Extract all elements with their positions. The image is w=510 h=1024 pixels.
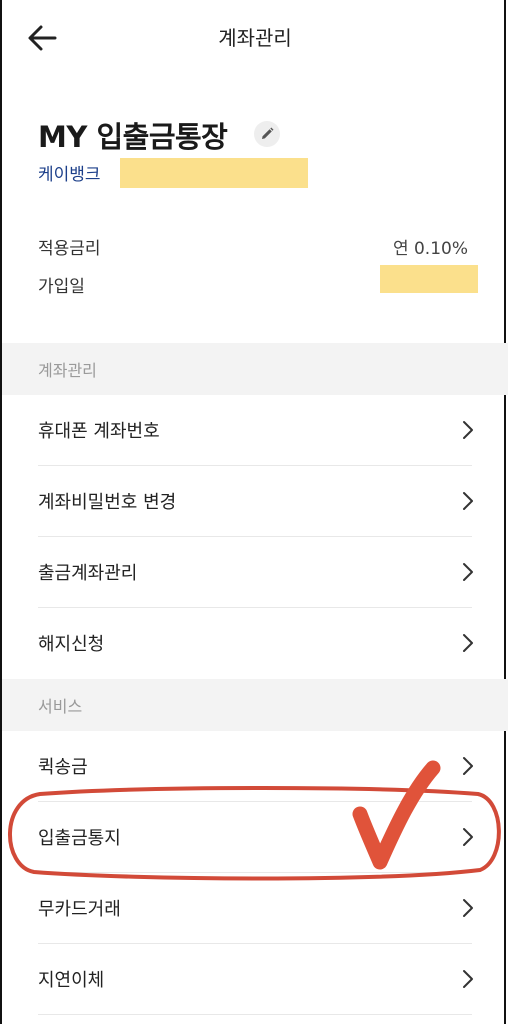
app-frame: 계좌관리 MY 입출금통장 케이뱅크 적용금리 연 0.10% 가입일 계좌관리… — [0, 0, 508, 1024]
chevron-right-icon — [463, 563, 473, 581]
menu-item-label: 휴대폰 계좌번호 — [38, 421, 160, 442]
chevron-right-icon — [463, 634, 473, 652]
divider — [38, 1014, 472, 1015]
menu-item-label: 해지신청 — [38, 634, 105, 655]
section-title: 계좌관리 — [38, 361, 97, 380]
join-date-label: 가입일 — [38, 277, 85, 297]
chevron-right-icon — [463, 492, 473, 510]
menu-item-close-account[interactable]: 해지신청 — [2, 608, 508, 679]
section-header-account: 계좌관리 — [2, 343, 508, 395]
menu-item-label: 퀵송금 — [38, 757, 88, 778]
section-header-services: 서비스 — [2, 679, 508, 731]
chevron-right-icon — [463, 970, 473, 988]
menu-item-label: 입출금통지 — [38, 828, 121, 849]
menu-item-label: 지연이체 — [38, 970, 105, 991]
chevron-right-icon — [463, 828, 473, 846]
menu-item-withdrawal-account[interactable]: 출금계좌관리 — [2, 537, 508, 608]
redacted-join-date — [380, 265, 478, 293]
menu-item-label: 무카드거래 — [38, 899, 121, 920]
chevron-right-icon — [463, 899, 473, 917]
menu-item-label: 출금계좌관리 — [38, 563, 138, 584]
top-bar: 계좌관리 — [2, 0, 508, 76]
redacted-account-number — [120, 158, 308, 188]
account-name: MY 입출금통장 — [38, 120, 228, 154]
page-title: 계좌관리 — [218, 26, 292, 50]
menu-item-change-password[interactable]: 계좌비밀번호 변경 — [2, 466, 508, 537]
interest-rate-value: 연 0.10% — [392, 239, 468, 259]
pencil-icon — [262, 127, 274, 139]
menu-item-delayed-transfer[interactable]: 지연이체 — [2, 944, 508, 1015]
menu-item-transaction-notification[interactable]: 입출금통지 — [2, 802, 508, 873]
menu-item-label: 계좌비밀번호 변경 — [38, 492, 177, 513]
section-title: 서비스 — [38, 697, 83, 716]
chevron-right-icon — [463, 757, 473, 775]
edit-account-name-button[interactable] — [254, 121, 280, 147]
menu-item-quick-transfer[interactable]: 퀵송금 — [2, 731, 508, 802]
bank-name: 케이뱅크 — [38, 165, 101, 185]
menu-item-cardless-transaction[interactable]: 무카드거래 — [2, 873, 508, 944]
interest-rate-label: 적용금리 — [38, 239, 101, 259]
chevron-right-icon — [463, 421, 473, 439]
menu-item-mobile-account-number[interactable]: 휴대폰 계좌번호 — [2, 395, 508, 466]
